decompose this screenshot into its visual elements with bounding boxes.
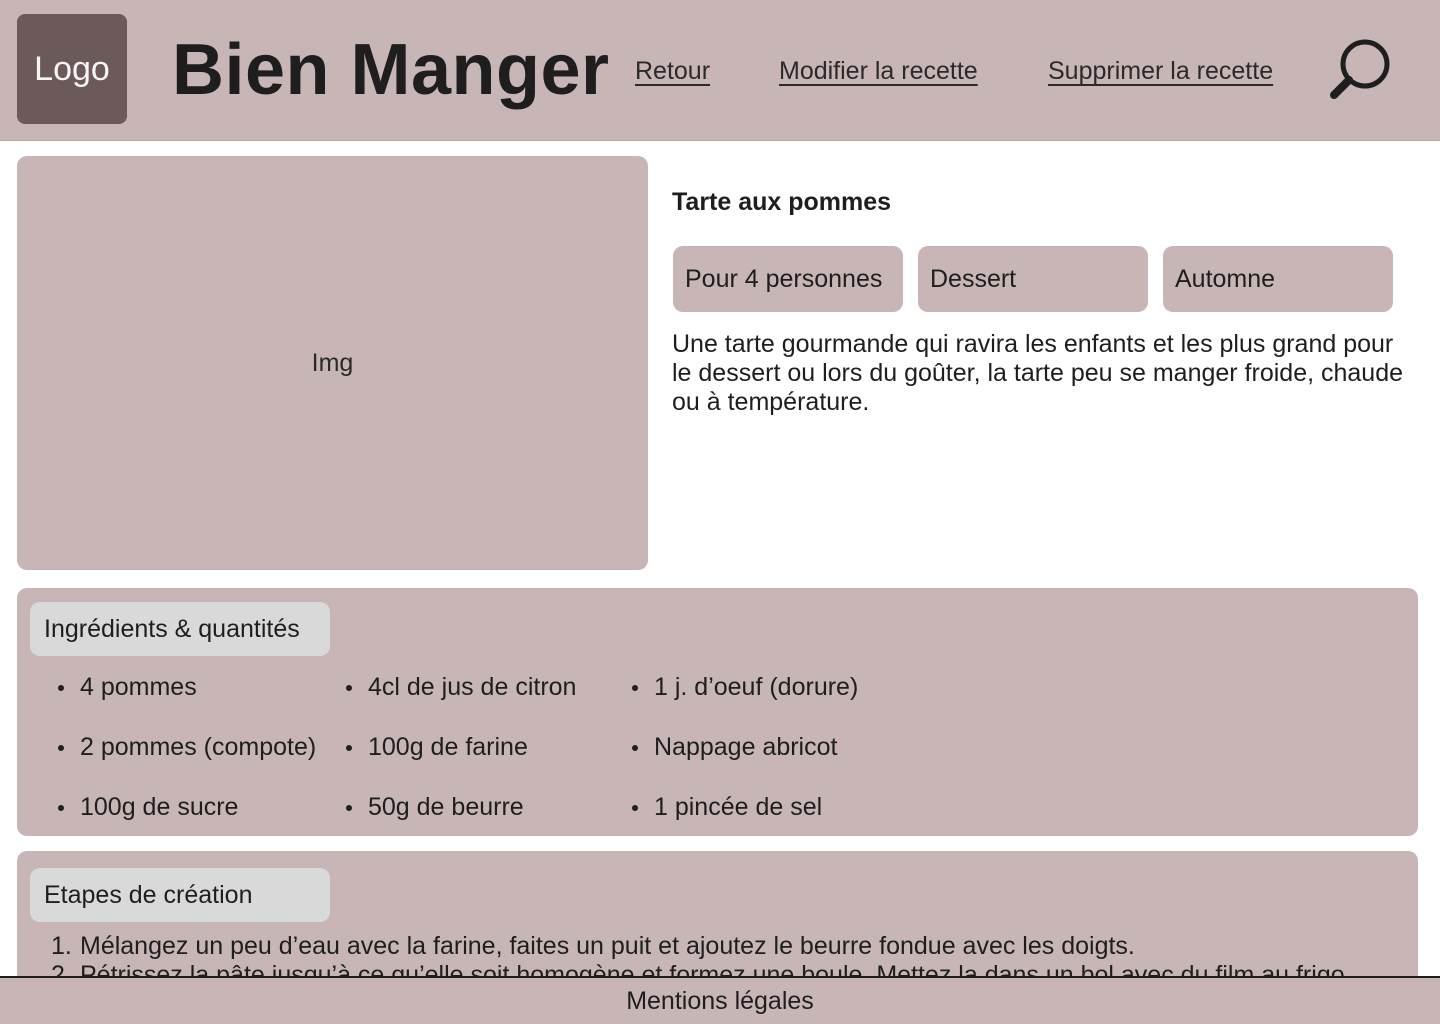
- recipe-title: Tarte aux pommes: [672, 188, 892, 216]
- ingredient-item: 1 j. d’oeuf (dorure): [630, 672, 858, 732]
- season-tag: Automne: [1163, 246, 1393, 312]
- image-placeholder-label: Img: [311, 348, 354, 377]
- legal-mentions-link[interactable]: Mentions légales: [0, 976, 1440, 1024]
- ingredient-item: 2 pommes (compote): [56, 732, 316, 792]
- step-item: 1. Mélangez un peu d’eau avec la farine, …: [51, 932, 1352, 961]
- edit-recipe-link[interactable]: Modifier la recette: [779, 56, 978, 86]
- servings-tag: Pour 4 personnes: [673, 246, 903, 312]
- recipe-image-placeholder: Img: [17, 156, 648, 570]
- recipe-description: Une tarte gourmande qui ravira les enfan…: [672, 330, 1404, 416]
- site-title: Bien Manger: [172, 30, 610, 110]
- back-link[interactable]: Retour: [635, 56, 710, 86]
- ingredient-item: 100g de farine: [344, 732, 576, 792]
- ingredient-item: 4 pommes: [56, 672, 316, 732]
- ingredients-column: 4 pommes 2 pommes (compote) 100g de sucr…: [56, 672, 316, 836]
- ingredient-item: 1 pincée de sel: [630, 792, 858, 836]
- ingredient-item: 100g de sucre: [56, 792, 316, 836]
- ingredient-item: 4cl de jus de citron: [344, 672, 576, 732]
- search-icon: [1330, 39, 1390, 99]
- step-text: Mélangez un peu d’eau avec la farine, fa…: [80, 932, 1135, 960]
- ingredients-panel: Ingrédients & quantités 4 pommes 2 pomme…: [17, 588, 1418, 836]
- ingredients-column: 1 j. d’oeuf (dorure) Nappage abricot 1 p…: [630, 672, 858, 836]
- ingredient-item: 50g de beurre: [344, 792, 576, 836]
- steps-label: Etapes de création: [30, 868, 330, 922]
- ingredients-column: 4cl de jus de citron 100g de farine 50g …: [344, 672, 576, 836]
- step-number: 1.: [51, 932, 72, 960]
- page-header: Logo Bien Manger Retour Modifier la rece…: [0, 0, 1440, 141]
- ingredient-item: Nappage abricot: [630, 732, 858, 792]
- delete-recipe-link[interactable]: Supprimer la recette: [1048, 56, 1273, 86]
- search-button[interactable]: [1328, 36, 1394, 102]
- category-tag: Dessert: [918, 246, 1148, 312]
- logo[interactable]: Logo: [17, 14, 127, 124]
- ingredients-label: Ingrédients & quantités: [30, 602, 330, 656]
